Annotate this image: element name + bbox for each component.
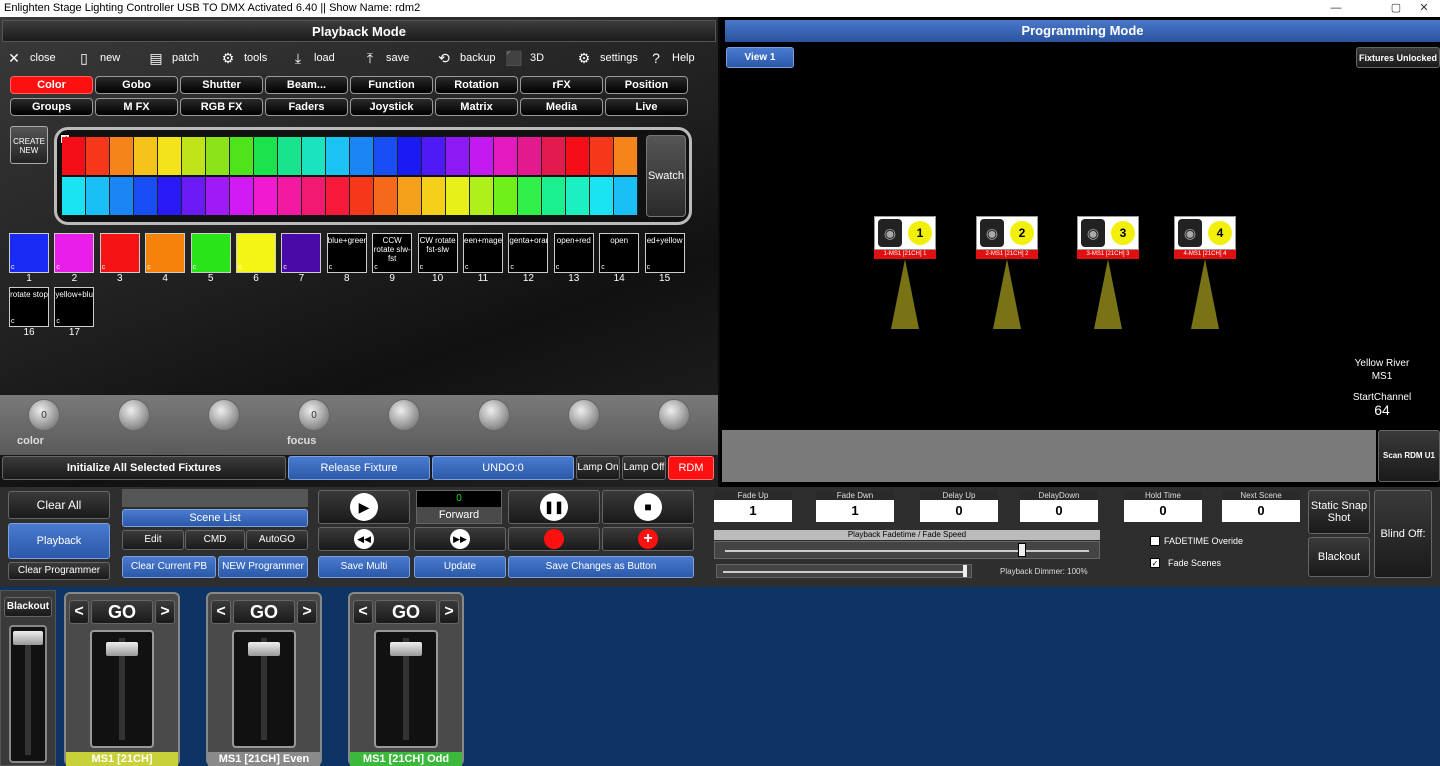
- next-scene-button[interactable]: >: [155, 600, 175, 624]
- playbacks: < GO > MS1 [21CH] < GO > MS1 [21CH] Even < GO > MS1…: [0, 0, 1440, 766]
- fader-handle[interactable]: [248, 642, 280, 656]
- playback-fader-1: < GO > MS1 [21CH]: [64, 592, 180, 766]
- next-scene-button[interactable]: >: [297, 600, 317, 624]
- playback-name: MS1 [21CH] Odd: [350, 752, 462, 766]
- playback-fader-2: < GO > MS1 [21CH] Even: [206, 592, 322, 766]
- prev-scene-button[interactable]: <: [353, 600, 373, 624]
- prev-scene-button[interactable]: <: [69, 600, 89, 624]
- prev-scene-button[interactable]: <: [211, 600, 231, 624]
- fader-track[interactable]: [90, 630, 154, 748]
- fader-track[interactable]: [232, 630, 296, 748]
- go-button[interactable]: GO: [375, 600, 437, 624]
- next-scene-button[interactable]: >: [439, 600, 459, 624]
- fader-handle[interactable]: [390, 642, 422, 656]
- playback-name: MS1 [21CH] Even: [208, 752, 320, 766]
- playback-fader-3: < GO > MS1 [21CH] Odd: [348, 592, 464, 766]
- go-button[interactable]: GO: [233, 600, 295, 624]
- fader-track[interactable]: [374, 630, 438, 748]
- fader-handle[interactable]: [106, 642, 138, 656]
- playback-name: MS1 [21CH]: [66, 752, 178, 766]
- go-button[interactable]: GO: [91, 600, 153, 624]
